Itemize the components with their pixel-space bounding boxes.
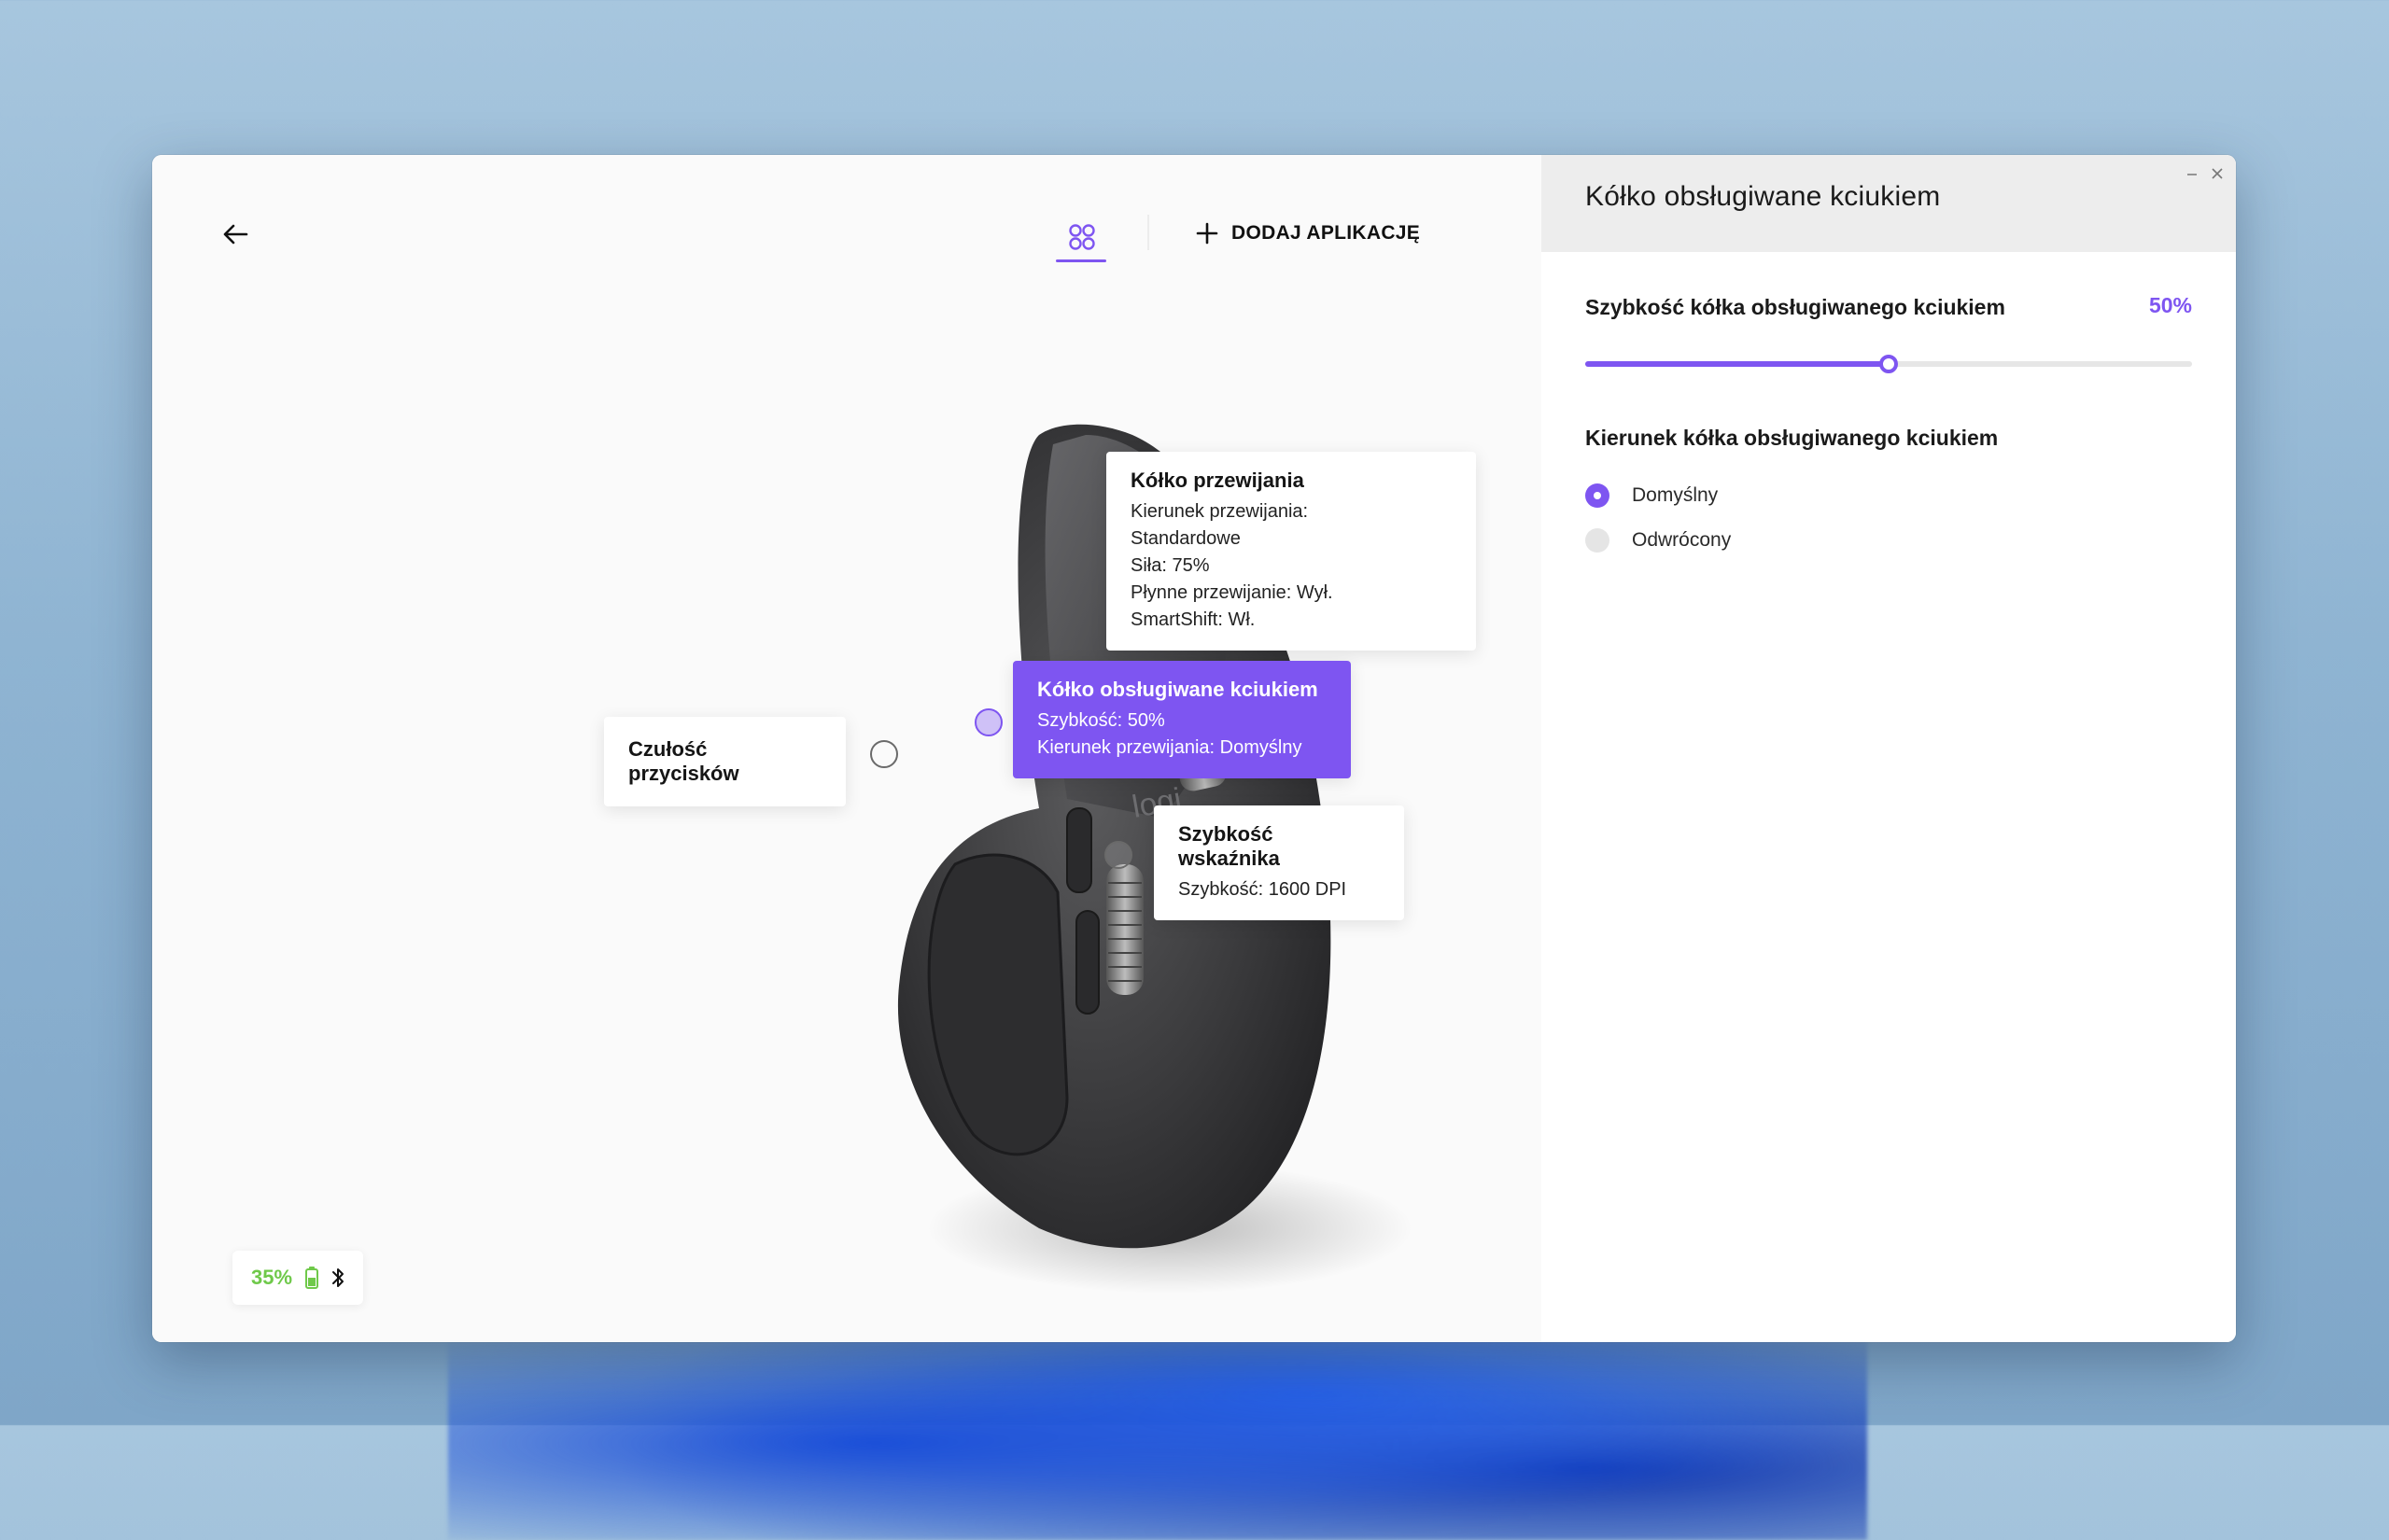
toolbar-divider: [1147, 215, 1149, 250]
pointer-speed-callout-line: Szybkość: 1600 DPI: [1178, 879, 1347, 900]
arrow-left-icon: [223, 224, 248, 245]
back-button[interactable]: [214, 213, 257, 256]
thumb-wheel-callout-line: Szybkość: 50%: [1037, 710, 1165, 731]
scroll-wheel-callout-title: Kółko przewijania: [1131, 469, 1304, 492]
battery-percent: 35%: [250, 1266, 293, 1289]
plus-icon: [1196, 222, 1218, 245]
radio-label: Domyślny: [1632, 484, 1719, 506]
panel-title: Kółko obsługiwane kciukiem: [1585, 181, 1941, 212]
scroll-wheel-callout-line: Standardowe: [1131, 528, 1241, 549]
close-icon: [2212, 168, 2223, 179]
button-sensitivity-callout[interactable]: Czułość przycisków: [604, 717, 846, 806]
button-sensitivity-callout-title: Czułość przycisków: [628, 737, 739, 785]
speed-slider-thumb[interactable]: [1879, 355, 1898, 373]
pointer-speed-callout[interactable]: Szybkość wskaźnika Szybkość: 1600 DPI: [1154, 805, 1404, 920]
mouse-side-button-back: [1075, 910, 1100, 1015]
add-application-button[interactable]: DODAJ APLIKACJĘ: [1196, 215, 1420, 252]
thumb-wheel-callout-line: Kierunek przewijania: Domyślny: [1037, 737, 1302, 758]
minimize-icon: [2187, 174, 2197, 175]
scroll-wheel-callout[interactable]: Kółko przewijania Kierunek przewijania: …: [1106, 452, 1476, 651]
minimize-button[interactable]: [2182, 164, 2202, 185]
speed-setting-label: Szybkość kółka obsługiwanego kciukiem: [1585, 295, 2005, 319]
active-tab-indicator: [1056, 259, 1106, 262]
radio-button[interactable]: [1585, 528, 1609, 553]
pointer-speed-callout-title: Szybkość wskaźnika: [1178, 822, 1280, 870]
button-sensitivity-hotspot[interactable]: [870, 740, 898, 768]
direction-option-default[interactable]: Domyślny: [1585, 483, 1718, 508]
radio-label: Odwrócony: [1632, 529, 1732, 551]
thumb-wheel-callout[interactable]: Kółko obsługiwane kciukiem Szybkość: 50%…: [1013, 661, 1351, 778]
grid-icon: [1069, 224, 1095, 250]
add-application-label: DODAJ APLIKACJĘ: [1231, 222, 1421, 244]
scroll-wheel-callout-line: Płynne przewijanie: Wył.: [1131, 582, 1333, 603]
pointer-speed-hotspot[interactable]: [1104, 841, 1132, 869]
device-status: 35%: [232, 1251, 363, 1305]
applications-grid-button[interactable]: [1056, 211, 1108, 263]
close-button[interactable]: [2206, 162, 2228, 185]
mouse-side-button-forward: [1066, 807, 1092, 893]
speed-slider[interactable]: [1585, 347, 2192, 381]
bluetooth-icon: [332, 1268, 344, 1287]
battery-icon: [305, 1267, 319, 1289]
speed-setting-value: 50%: [2148, 293, 2192, 317]
radio-button[interactable]: [1585, 483, 1609, 508]
device-view: DODAJ APLIKACJĘ logi Kółko przewijania K…: [152, 155, 1541, 1342]
options-plus-window: DODAJ APLIKACJĘ logi Kółko przewijania K…: [152, 155, 2236, 1342]
scroll-wheel-callout-line: Kierunek przewijania:: [1131, 501, 1309, 522]
panel-header: Kółko obsługiwane kciukiem: [1541, 155, 2236, 252]
thumb-wheel-callout-title: Kółko obsługiwane kciukiem: [1037, 678, 1318, 701]
scroll-wheel-callout-line: SmartShift: Wł.: [1131, 609, 1256, 630]
thumb-wheel-hotspot[interactable]: [975, 708, 1003, 736]
settings-panel: Kółko obsługiwane kciukiem Szybkość kółk…: [1541, 155, 2236, 1342]
scroll-wheel-callout-line: Siła: 75%: [1131, 555, 1210, 576]
direction-setting-label: Kierunek kółka obsługiwanego kciukiem: [1585, 426, 1999, 450]
direction-option-inverted[interactable]: Odwrócony: [1585, 528, 1731, 553]
speed-slider-fill: [1585, 361, 1889, 367]
